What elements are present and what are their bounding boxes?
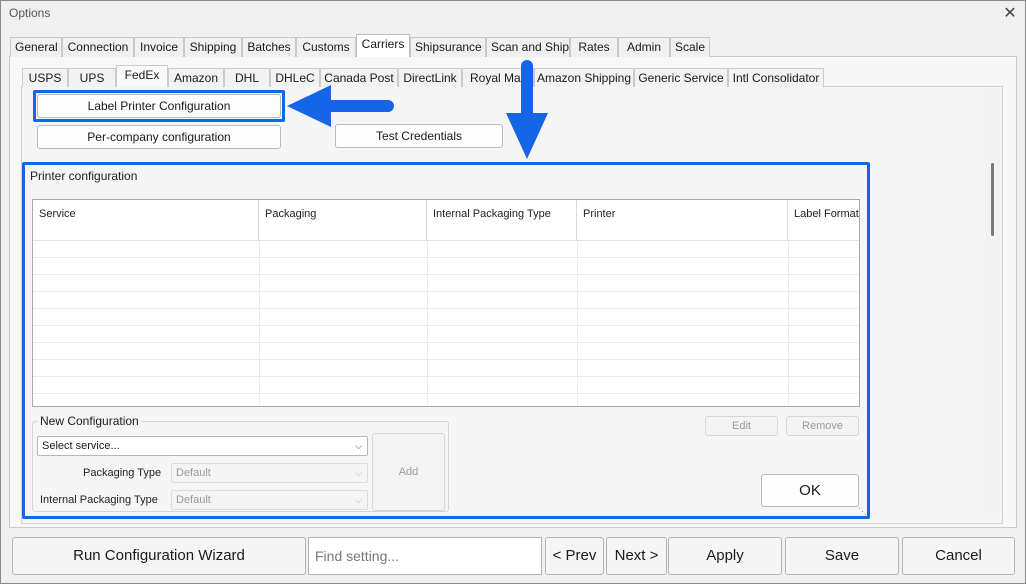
column-divider xyxy=(427,241,428,406)
per-company-configuration-button[interactable]: Per-company configuration xyxy=(37,125,281,149)
tab-rates[interactable]: Rates xyxy=(570,37,618,57)
carrier-tab-directlink[interactable]: DirectLink xyxy=(398,68,462,87)
table-row[interactable] xyxy=(33,292,859,309)
new-configuration-legend: New Configuration xyxy=(38,414,141,428)
column-divider xyxy=(577,241,578,406)
column-header-service[interactable]: Service xyxy=(33,200,259,241)
table-row[interactable] xyxy=(33,343,859,360)
tab-shipping[interactable]: Shipping xyxy=(184,37,242,57)
chevron-down-icon: ⌵ xyxy=(355,441,362,451)
table-row[interactable] xyxy=(33,326,859,343)
highlight-label-printer-button xyxy=(33,90,285,122)
service-dropdown[interactable]: Select service... ⌵ xyxy=(37,436,368,456)
tab-admin[interactable]: Admin xyxy=(618,37,670,57)
table-row[interactable] xyxy=(33,360,859,377)
chevron-down-icon: ⌵ xyxy=(355,468,362,478)
apply-button[interactable]: Apply xyxy=(668,537,782,575)
column-header-packaging[interactable]: Packaging xyxy=(259,200,427,241)
next-button[interactable]: Next > xyxy=(606,537,667,575)
vertical-scrollbar[interactable] xyxy=(985,88,1002,512)
tab-general[interactable]: General xyxy=(10,37,62,57)
service-dropdown-value: Select service... xyxy=(42,440,120,452)
save-button[interactable]: Save xyxy=(785,537,899,575)
tab-invoice[interactable]: Invoice xyxy=(134,37,184,57)
carrier-tab-fedex[interactable]: FedEx xyxy=(116,65,168,87)
internal-packaging-type-dropdown[interactable]: Default ⌵ xyxy=(171,490,368,510)
carrier-tab-intl-consolidator[interactable]: Intl Consolidator xyxy=(728,68,824,87)
tab-scan-and-ship[interactable]: Scan and Ship xyxy=(486,37,570,57)
cancel-button[interactable]: Cancel xyxy=(902,537,1015,575)
left-arrow-icon xyxy=(287,85,394,127)
column-header-label-format[interactable]: Label Format xyxy=(788,200,859,241)
grid-header: Service Packaging Internal Packaging Typ… xyxy=(33,200,859,241)
window-title: Options xyxy=(9,6,51,20)
packaging-type-dropdown[interactable]: Default ⌵ xyxy=(171,463,368,483)
run-configuration-wizard-button[interactable]: Run Configuration Wizard xyxy=(12,537,306,575)
carrier-tab-dhl[interactable]: DHL xyxy=(224,68,270,87)
chevron-down-icon: ⌵ xyxy=(355,495,362,505)
internal-packaging-type-value: Default xyxy=(176,494,211,506)
printer-configuration-heading: Printer configuration xyxy=(30,169,138,183)
table-row[interactable] xyxy=(33,275,859,292)
packaging-type-label: Packaging Type xyxy=(83,467,162,479)
tab-scale[interactable]: Scale xyxy=(670,37,710,57)
internal-packaging-type-label: Internal Packaging Type xyxy=(40,494,158,506)
carrier-tab-amazon[interactable]: Amazon xyxy=(168,68,224,87)
ok-button[interactable]: OK xyxy=(761,474,859,507)
tab-carriers[interactable]: Carriers xyxy=(356,34,410,57)
carrier-tab-generic-service[interactable]: Generic Service xyxy=(634,68,728,87)
table-row[interactable] xyxy=(33,377,859,394)
tab-connection[interactable]: Connection xyxy=(62,37,134,57)
prev-button[interactable]: < Prev xyxy=(545,537,604,575)
tab-shipsurance[interactable]: Shipsurance xyxy=(410,37,486,57)
printer-configuration-grid[interactable]: Service Packaging Internal Packaging Typ… xyxy=(32,199,860,407)
remove-button[interactable]: Remove xyxy=(786,416,859,436)
column-header-printer[interactable]: Printer xyxy=(577,200,788,241)
tab-batches[interactable]: Batches xyxy=(242,37,296,57)
resize-grip-icon[interactable]: ⋱ xyxy=(858,506,867,517)
table-row[interactable] xyxy=(33,241,859,258)
table-row[interactable] xyxy=(33,309,859,326)
find-setting-input[interactable]: Find setting... xyxy=(308,537,542,575)
carrier-tab-ups[interactable]: UPS xyxy=(68,68,116,87)
scrollbar-thumb[interactable] xyxy=(991,163,994,236)
packaging-type-value: Default xyxy=(176,467,211,479)
add-button[interactable]: Add xyxy=(372,433,445,511)
down-arrow-icon xyxy=(506,60,548,159)
table-row[interactable] xyxy=(33,258,859,275)
close-icon[interactable]: ✕ xyxy=(1001,3,1019,23)
column-divider xyxy=(788,241,789,406)
carrier-tab-usps[interactable]: USPS xyxy=(22,68,68,87)
column-header-internal-packaging-type[interactable]: Internal Packaging Type xyxy=(427,200,577,241)
column-divider xyxy=(259,241,260,406)
edit-button[interactable]: Edit xyxy=(705,416,778,436)
tab-customs[interactable]: Customs xyxy=(296,37,356,57)
